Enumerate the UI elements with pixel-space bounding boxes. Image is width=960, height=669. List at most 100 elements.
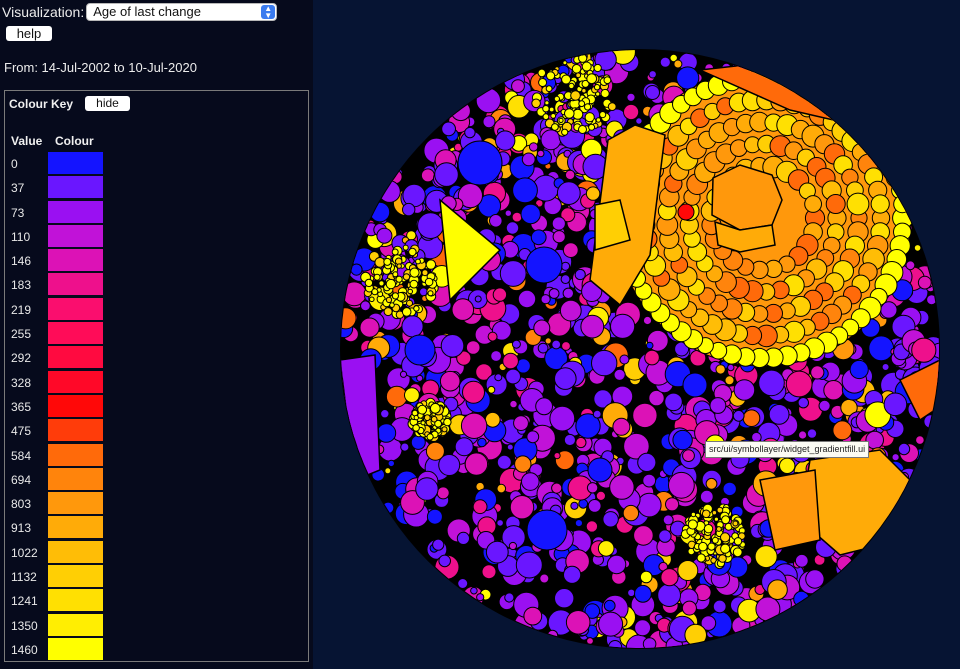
file-cell[interactable]	[537, 342, 549, 354]
file-cell[interactable]	[709, 397, 727, 414]
file-cell[interactable]	[551, 339, 562, 350]
file-cell[interactable]	[595, 91, 601, 97]
file-cell[interactable]	[385, 278, 397, 290]
file-cell[interactable]	[606, 554, 627, 575]
file-cell[interactable]	[644, 349, 660, 366]
file-cell[interactable]	[634, 584, 652, 603]
file-cell[interactable]	[359, 317, 380, 338]
file-cell[interactable]	[369, 201, 391, 223]
code-age-voronoi-visualization[interactable]	[320, 0, 960, 669]
file-cell[interactable]	[489, 214, 503, 228]
file-cell[interactable]	[634, 619, 652, 637]
file-cell[interactable]	[585, 520, 599, 533]
file-cell[interactable]	[599, 111, 607, 119]
file-cell[interactable]	[401, 315, 424, 338]
file-cell[interactable]	[581, 88, 587, 94]
file-cell[interactable]	[578, 125, 587, 134]
file-cell[interactable]	[383, 307, 393, 317]
file-cell[interactable]	[402, 244, 409, 251]
file-cell[interactable]	[587, 457, 613, 483]
file-cell[interactable]	[490, 350, 503, 362]
file-cell[interactable]	[696, 553, 706, 563]
file-cell[interactable]	[528, 142, 539, 152]
file-cell[interactable]	[581, 61, 592, 72]
file-cell[interactable]	[511, 79, 525, 93]
file-cell[interactable]	[642, 473, 657, 488]
file-cell[interactable]	[551, 216, 566, 231]
file-cell[interactable]	[561, 74, 572, 85]
file-cell[interactable]	[818, 399, 831, 412]
file-cell[interactable]	[639, 570, 653, 584]
file-cell[interactable]	[420, 420, 426, 426]
file-cell[interactable]	[913, 244, 922, 252]
file-cell[interactable]	[645, 85, 660, 100]
file-cell[interactable]	[400, 442, 410, 452]
file-cell[interactable]	[578, 100, 586, 108]
file-cell[interactable]	[417, 212, 444, 240]
file-cell[interactable]	[657, 583, 682, 607]
file-cell[interactable]	[412, 424, 420, 432]
file-cell[interactable]	[664, 392, 683, 412]
file-cell[interactable]	[457, 578, 469, 589]
file-cell[interactable]	[881, 363, 890, 371]
file-cell[interactable]	[454, 437, 474, 457]
file-cell[interactable]	[542, 113, 550, 121]
file-cell[interactable]	[742, 409, 761, 428]
file-cell[interactable]	[578, 498, 589, 509]
file-cell[interactable]	[531, 98, 541, 109]
file-cell[interactable]	[509, 495, 535, 520]
file-cell[interactable]	[574, 519, 583, 528]
file-cell[interactable]	[627, 588, 636, 597]
file-cell[interactable]	[451, 298, 475, 321]
file-cell[interactable]	[423, 414, 431, 422]
file-cell[interactable]	[648, 70, 657, 79]
file-cell[interactable]	[668, 471, 695, 499]
file-cell[interactable]	[553, 452, 561, 460]
file-cell[interactable]	[391, 248, 399, 256]
file-cell[interactable]	[560, 261, 571, 271]
file-cell[interactable]	[417, 404, 428, 415]
file-cell[interactable]	[481, 564, 497, 580]
file-cell[interactable]	[535, 397, 554, 416]
file-cell[interactable]	[430, 415, 438, 423]
file-cell[interactable]	[585, 186, 601, 201]
file-cell[interactable]	[396, 263, 402, 269]
file-cell[interactable]	[622, 504, 640, 522]
file-cell[interactable]	[586, 73, 598, 85]
file-cell[interactable]	[477, 437, 487, 448]
file-cell[interactable]	[580, 314, 605, 339]
file-cell[interactable]	[472, 499, 488, 515]
file-cell[interactable]	[586, 482, 599, 494]
file-cell[interactable]	[385, 296, 393, 304]
file-cell[interactable]	[805, 569, 825, 589]
file-cell[interactable]	[494, 373, 503, 382]
file-cell[interactable]	[883, 392, 908, 417]
file-cell[interactable]	[462, 380, 485, 404]
file-cell[interactable]	[609, 474, 635, 500]
file-cell[interactable]	[369, 296, 375, 303]
file-cell[interactable]	[768, 404, 790, 425]
file-cell[interactable]	[470, 586, 478, 595]
file-cell[interactable]	[424, 277, 434, 287]
file-cell[interactable]	[409, 279, 419, 289]
file-cell[interactable]	[659, 56, 671, 68]
file-cell[interactable]	[665, 497, 680, 512]
file-cell[interactable]	[395, 275, 403, 283]
file-cell[interactable]	[707, 542, 716, 551]
file-cell[interactable]	[413, 305, 420, 312]
file-cell[interactable]	[598, 611, 624, 637]
file-cell[interactable]	[660, 568, 679, 587]
file-cell[interactable]	[406, 299, 413, 307]
file-cell[interactable]	[496, 454, 512, 470]
file-cell[interactable]	[595, 117, 602, 123]
file-cell[interactable]	[426, 508, 443, 525]
file-cell[interactable]	[559, 299, 582, 322]
file-cell[interactable]	[508, 541, 517, 551]
file-cell[interactable]	[632, 402, 658, 429]
file-cell[interactable]	[505, 368, 522, 385]
file-cell[interactable]	[407, 288, 413, 295]
file-cell[interactable]	[432, 538, 445, 551]
file-cell[interactable]	[554, 588, 575, 609]
file-cell[interactable]	[626, 92, 636, 102]
file-cell[interactable]	[602, 511, 619, 528]
